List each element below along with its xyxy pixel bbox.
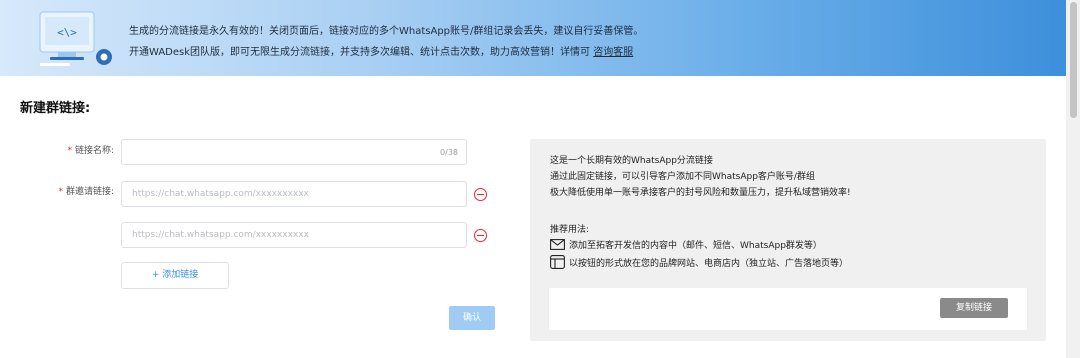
banner-line-1: 生成的分流链接是永久有效的！关闭页面后，链接对应的多个WhatsApp账号/群组… xyxy=(129,26,644,37)
invite-link-label: * 群邀请链接: xyxy=(58,187,114,197)
invite-link-placeholder: https://chat.whatsapp.com/xxxxxxxxxx xyxy=(132,230,309,240)
usage-title: 推荐用法: xyxy=(550,225,590,235)
link-name-label: * 链接名称: xyxy=(67,146,114,156)
page-scrollbar[interactable] xyxy=(1066,0,1080,358)
banner-text: 生成的分流链接是永久有效的！关闭页面后，链接对应的多个WhatsApp账号/群组… xyxy=(129,21,643,63)
contact-support-link[interactable]: 咨询客服 xyxy=(593,47,633,58)
info-line: 这是一个长期有效的WhatsApp分流链接 xyxy=(550,156,713,166)
info-line: 极大降低使用单一账号承接客户的封号风险和数量压力，提升私域营销效率! xyxy=(550,188,851,198)
remove-link-icon[interactable] xyxy=(474,188,487,201)
notice-banner: <\> 生成的分流链接是永久有效的！关闭页面后，链接对应的多个WhatsApp账… xyxy=(0,0,1066,76)
usage-item: 添加至拓客开发信的内容中（邮件、短信、WhatsApp群发等） xyxy=(550,238,822,253)
info-line: 通过此固定链接，可以引导客户添加不同WhatsApp客户账号/群组 xyxy=(550,172,815,182)
invite-link-input-2[interactable]: https://chat.whatsapp.com/xxxxxxxxxx xyxy=(121,222,467,248)
monitor-code-icon: <\> xyxy=(36,10,120,72)
mail-icon xyxy=(550,238,565,253)
info-panel: 这是一个长期有效的WhatsApp分流链接 通过此固定链接，可以引导客户添加不同… xyxy=(530,139,1046,341)
banner-line-2: 开通WADesk团队版，即可无限生成分流链接，并支持多次编辑、统计点击次数，助力… xyxy=(129,42,643,63)
info-description: 这是一个长期有效的WhatsApp分流链接 通过此固定链接，可以引导客户添加不同… xyxy=(550,153,851,201)
layout-icon xyxy=(550,255,565,272)
usage-text: 以按钮的形式放在您的品牌网站、电商店内（独立站、广告落地页等） xyxy=(569,259,849,269)
link-name-label-text: 链接名称: xyxy=(74,146,114,156)
illustration-code-text: <\> xyxy=(57,26,77,39)
add-link-button[interactable]: + 添加链接 xyxy=(121,262,229,289)
scrollbar-thumb[interactable] xyxy=(1070,2,1077,118)
invite-link-placeholder: https://chat.whatsapp.com/xxxxxxxxxx xyxy=(132,189,309,199)
invite-link-label-text: 群邀请链接: xyxy=(65,187,114,197)
char-counter: 0/38 xyxy=(440,148,458,157)
invite-link-input-1[interactable]: https://chat.whatsapp.com/xxxxxxxxxx xyxy=(121,181,467,207)
remove-link-icon[interactable] xyxy=(474,229,487,242)
section-title: 新建群链接: xyxy=(20,101,91,116)
confirm-button[interactable]: 确认 xyxy=(449,306,495,330)
usage-text: 添加至拓客开发信的内容中（邮件、短信、WhatsApp群发等） xyxy=(569,241,822,251)
link-name-input[interactable]: 0/38 xyxy=(121,139,467,165)
usage-item: 以按钮的形式放在您的品牌网站、电商店内（独立站、广告落地页等） xyxy=(550,255,848,272)
generated-link-box: 复制链接 xyxy=(549,288,1027,330)
copy-link-button[interactable]: 复制链接 xyxy=(940,298,1008,318)
banner-line-2-text: 开通WADesk团队版，即可无限生成分流链接，并支持多次编辑、统计点击次数，助力… xyxy=(129,47,591,58)
